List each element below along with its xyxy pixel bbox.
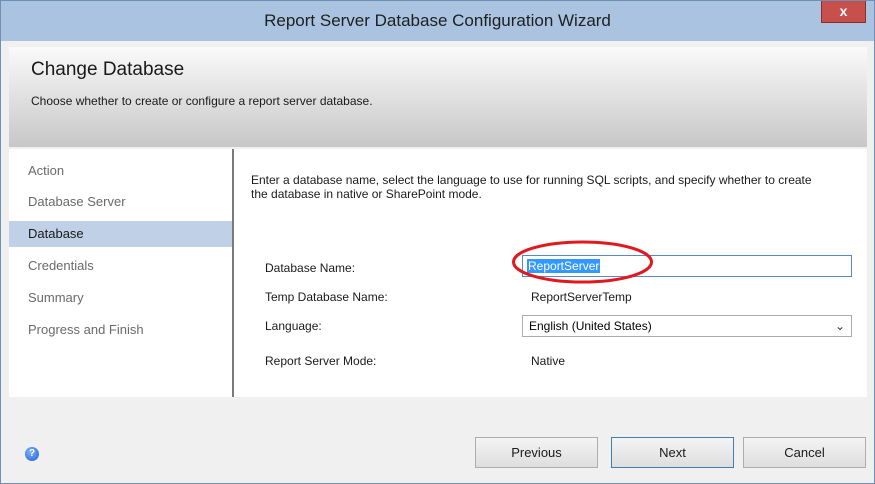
language-value: English (United States)	[529, 319, 652, 333]
nav-item-database[interactable]: Database	[9, 221, 232, 247]
next-button[interactable]: Next	[611, 437, 734, 468]
nav-item-credentials[interactable]: Credentials	[9, 253, 232, 279]
chevron-down-icon[interactable]: ⌄	[835, 316, 845, 336]
nav-item-progress-and-finish[interactable]: Progress and Finish	[9, 317, 232, 343]
nav-item-action[interactable]: Action	[9, 158, 232, 184]
title-bar[interactable]: Report Server Database Configuration Wiz…	[1, 1, 874, 41]
database-name-label: Database Name:	[265, 261, 356, 275]
close-icon: x	[839, 3, 848, 19]
nav-item-summary[interactable]: Summary	[9, 285, 232, 311]
page-header: Change Database Choose whether to create…	[9, 47, 867, 147]
nav-divider	[232, 149, 234, 397]
wizard-window: Report Server Database Configuration Wiz…	[0, 0, 875, 484]
report-server-mode-label: Report Server Mode:	[265, 354, 377, 368]
page-title: Change Database	[31, 59, 185, 80]
window-title: Report Server Database Configuration Wiz…	[264, 11, 611, 30]
language-label: Language:	[265, 319, 322, 333]
instructions-text: Enter a database name, select the langua…	[251, 173, 812, 201]
page-subtitle: Choose whether to create or configure a …	[31, 94, 373, 108]
cancel-button[interactable]: Cancel	[743, 437, 866, 468]
report-server-mode-value: Native	[531, 354, 566, 368]
help-icon[interactable]: ?	[25, 447, 39, 461]
close-button[interactable]: x	[821, 1, 866, 23]
language-select[interactable]: English (United States) ⌄	[522, 315, 852, 337]
previous-button[interactable]: Previous	[475, 437, 598, 468]
wizard-steps-nav: Action Database Server Database Credenti…	[9, 149, 232, 397]
wizard-footer: ? Previous Next Cancel	[9, 399, 867, 479]
database-name-value: ReportServer	[527, 259, 601, 273]
nav-item-database-server[interactable]: Database Server	[9, 189, 232, 215]
temp-database-name-label: Temp Database Name:	[265, 290, 388, 304]
wizard-body: Action Database Server Database Credenti…	[9, 149, 867, 397]
temp-database-name-value: ReportServerTemp	[531, 290, 632, 304]
database-name-input[interactable]: ReportServer	[522, 255, 852, 277]
